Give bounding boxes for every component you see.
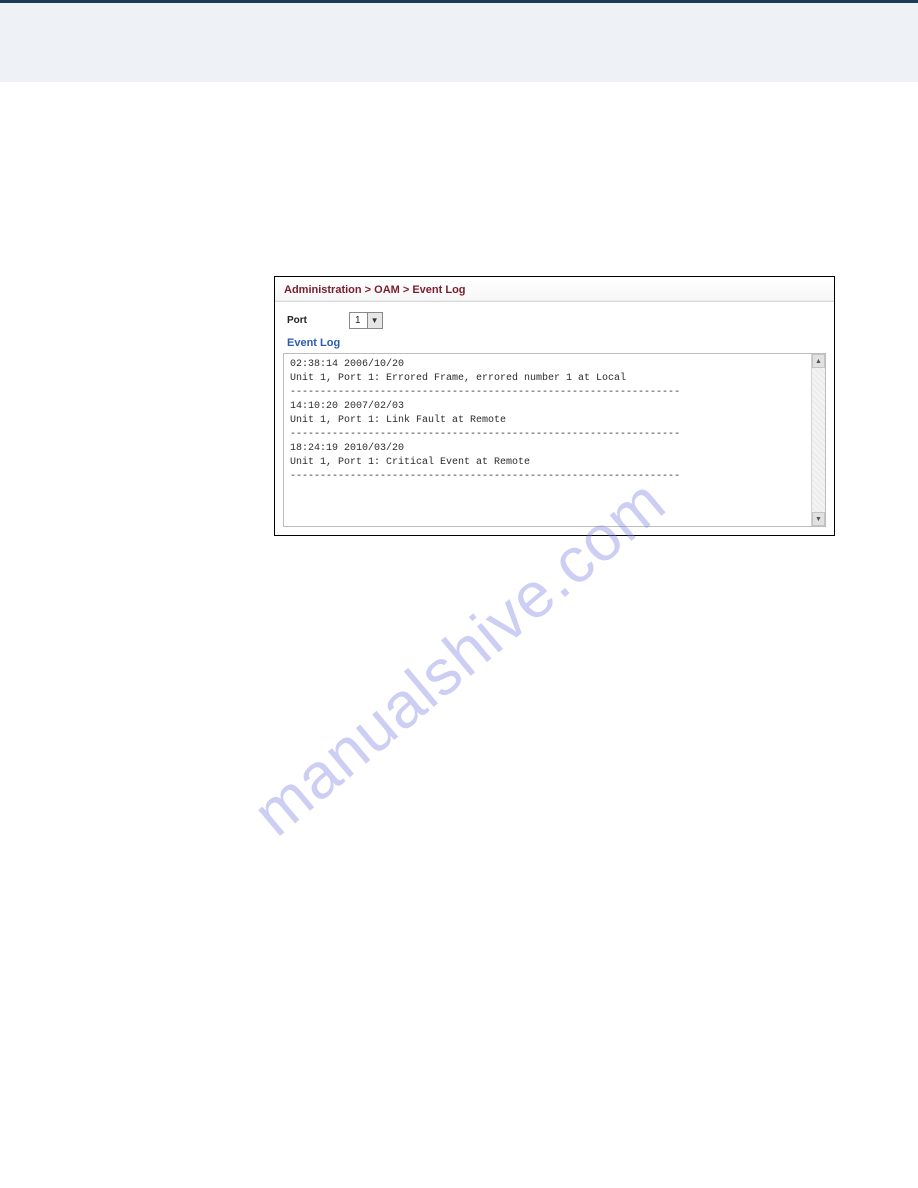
section-title: Event Log (275, 337, 834, 353)
port-selector-row: Port 1 ▼ (275, 302, 834, 337)
page-body: Administration > OAM > Event Log Port 1 … (0, 82, 918, 1188)
breadcrumb: Administration > OAM > Event Log (275, 277, 834, 302)
chevron-down-icon[interactable]: ▼ (367, 313, 382, 328)
scroll-up-icon[interactable]: ▲ (812, 354, 825, 368)
event-log-panel: Administration > OAM > Event Log Port 1 … (274, 276, 835, 536)
port-select-value: 1 (350, 315, 367, 326)
event-log-box: 02:38:14 2006/10/20 Unit 1, Port 1: Erro… (283, 353, 826, 527)
header-band (0, 0, 918, 82)
scroll-track[interactable] (812, 368, 825, 512)
port-select[interactable]: 1 ▼ (349, 312, 383, 329)
port-label: Port (287, 315, 307, 326)
event-log-text[interactable]: 02:38:14 2006/10/20 Unit 1, Port 1: Erro… (284, 354, 811, 526)
scroll-down-icon[interactable]: ▼ (812, 512, 825, 526)
scrollbar[interactable]: ▲ ▼ (811, 354, 825, 526)
